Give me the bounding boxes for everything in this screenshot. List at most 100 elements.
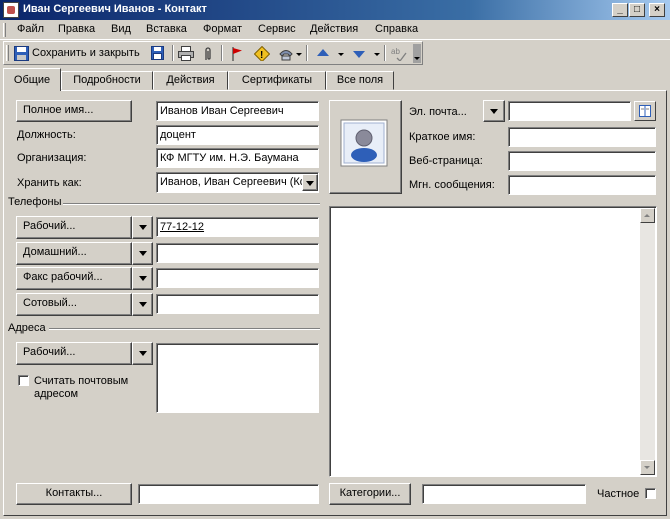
contact-picture-button[interactable] — [329, 100, 402, 194]
mailing-address-checkbox[interactable] — [18, 375, 29, 386]
phone-business-dropdown[interactable] — [132, 216, 153, 239]
im-address-label: Мгн. сообщения: — [409, 179, 495, 191]
tab-all-fields[interactable]: Все поля — [326, 71, 394, 90]
web-page-field[interactable] — [508, 151, 656, 171]
phone-home-dropdown[interactable] — [132, 242, 153, 265]
company-field[interactable]: КФ МГТУ им. Н.Э. Баумана — [156, 148, 319, 168]
email-type-dropdown-button[interactable] — [483, 100, 505, 122]
phone-business-fax-dropdown[interactable] — [132, 267, 153, 290]
full-name-field[interactable]: Иванов Иван Сергеевич — [156, 101, 319, 121]
address-book-button[interactable] — [634, 101, 656, 121]
paperclip-icon[interactable] — [202, 46, 218, 61]
menu-view[interactable]: Вид — [111, 23, 131, 35]
notes-scrollbar[interactable] — [640, 208, 655, 475]
next-item-icon[interactable] — [352, 46, 368, 61]
phone-home-button[interactable]: Домашний... — [16, 242, 132, 265]
job-title-field[interactable]: доцент — [156, 125, 319, 145]
menu-file[interactable]: Файл — [17, 23, 44, 35]
display-name-label: Краткое имя: — [409, 131, 476, 143]
print-icon[interactable] — [178, 46, 194, 61]
minimize-button[interactable]: _ — [612, 3, 628, 17]
menu-help[interactable]: Справка — [375, 23, 418, 35]
toolbar-separator — [172, 45, 174, 61]
private-label: Частное — [597, 488, 640, 500]
tab-general[interactable]: Общие — [3, 68, 61, 91]
tab-activities[interactable]: Действия — [153, 71, 228, 90]
toolbar-options-button[interactable] — [413, 44, 421, 63]
menu-edit[interactable]: Правка — [58, 23, 95, 35]
company-label: Организация: — [17, 152, 87, 164]
phone-mobile-dropdown[interactable] — [132, 293, 153, 316]
phone-business-fax-field[interactable] — [156, 268, 319, 288]
save-and-close-button[interactable]: Сохранить и закрыть — [12, 44, 148, 63]
follow-up-flag-icon[interactable] — [230, 46, 246, 61]
private-checkbox[interactable] — [645, 488, 656, 499]
email-field[interactable] — [508, 101, 631, 121]
svg-text:!: ! — [260, 50, 263, 61]
categories-button[interactable]: Категории... — [329, 483, 411, 505]
tab-details[interactable]: Подробности — [61, 71, 153, 90]
previous-item-icon[interactable] — [316, 46, 332, 61]
close-button[interactable]: × — [649, 3, 665, 17]
window-title: Иван Сергеевич Иванов - Контакт — [23, 3, 207, 15]
toolbar-separator — [384, 45, 386, 61]
previous-dropdown-arrow[interactable] — [338, 53, 344, 56]
web-page-label: Веб-страница: — [409, 155, 483, 167]
contact-app-icon[interactable] — [3, 2, 19, 18]
scroll-up-arrow-icon — [644, 214, 650, 217]
phone-dropdown-arrow[interactable] — [296, 53, 302, 56]
toolbar-separator — [306, 45, 308, 61]
save-icon — [14, 46, 29, 61]
address-textarea[interactable] — [156, 343, 319, 413]
title-bar[interactable]: Иван Сергеевич Иванов - Контакт _ □ × — [0, 0, 670, 20]
phones-group-divider — [63, 203, 320, 205]
addresses-group-divider — [49, 328, 320, 330]
phone-mobile-field[interactable] — [156, 294, 319, 314]
phone-business-field[interactable]: 77-12-12 — [156, 217, 319, 237]
categories-field[interactable] — [422, 484, 586, 504]
email-label-button[interactable]: Эл. почта... — [409, 106, 467, 118]
scroll-down-button[interactable] — [640, 460, 655, 475]
mailing-address-label: Считать почтовым адресом — [34, 375, 129, 400]
display-name-field[interactable] — [508, 127, 656, 147]
address-type-dropdown[interactable] — [132, 342, 153, 365]
save-and-close-label: Сохранить и закрыть — [32, 47, 140, 59]
address-type-button[interactable]: Рабочий... — [16, 342, 132, 365]
tab-certificates[interactable]: Сертификаты — [228, 71, 326, 90]
menu-grip[interactable] — [3, 23, 6, 37]
scroll-up-button[interactable] — [640, 208, 655, 223]
contacts-button[interactable]: Контакты... — [16, 483, 132, 505]
full-name-button[interactable]: Полное имя... — [16, 100, 132, 122]
toolbar-grip[interactable] — [6, 45, 9, 61]
menu-tools[interactable]: Сервис — [258, 23, 296, 35]
phone-business-button[interactable]: Рабочий... — [16, 216, 132, 239]
notes-textarea[interactable] — [329, 206, 657, 477]
file-as-value: Иванов, Иван Сергеевич (Ко — [160, 176, 306, 188]
file-as-combobox[interactable]: Иванов, Иван Сергеевич (Ко — [156, 172, 319, 193]
scroll-down-arrow-icon — [644, 466, 650, 469]
contact-picture-icon — [340, 119, 388, 167]
menu-insert[interactable]: Вставка — [146, 23, 187, 35]
toolbar-separator — [221, 45, 223, 61]
phones-group-label: Телефоны — [8, 196, 62, 208]
address-book-icon — [639, 105, 651, 117]
phone-home-field[interactable] — [156, 243, 319, 263]
menu-actions[interactable]: Действия — [310, 23, 358, 35]
toolbar: Сохранить и закрыть ! ab — [3, 41, 423, 65]
job-title-label: Должность: — [17, 129, 76, 141]
importance-icon[interactable]: ! — [254, 46, 270, 61]
maximize-button[interactable]: □ — [629, 3, 645, 17]
contacts-field[interactable] — [138, 484, 319, 504]
menu-format[interactable]: Формат — [203, 23, 242, 35]
phone-icon[interactable] — [278, 46, 294, 61]
phone-business-fax-button[interactable]: Факс рабочий... — [16, 267, 132, 290]
save-copy-icon[interactable] — [150, 46, 166, 61]
spelling-icon[interactable]: ab — [391, 46, 407, 61]
svg-text:ab: ab — [391, 47, 400, 56]
im-address-field[interactable] — [508, 175, 656, 195]
file-as-label: Хранить как: — [17, 177, 82, 189]
file-as-dropdown-button[interactable] — [302, 174, 318, 191]
next-dropdown-arrow[interactable] — [374, 53, 380, 56]
phone-mobile-button[interactable]: Сотовый... — [16, 293, 132, 316]
menu-bar: Файл Правка Вид Вставка Формат Сервис Де… — [0, 20, 670, 40]
